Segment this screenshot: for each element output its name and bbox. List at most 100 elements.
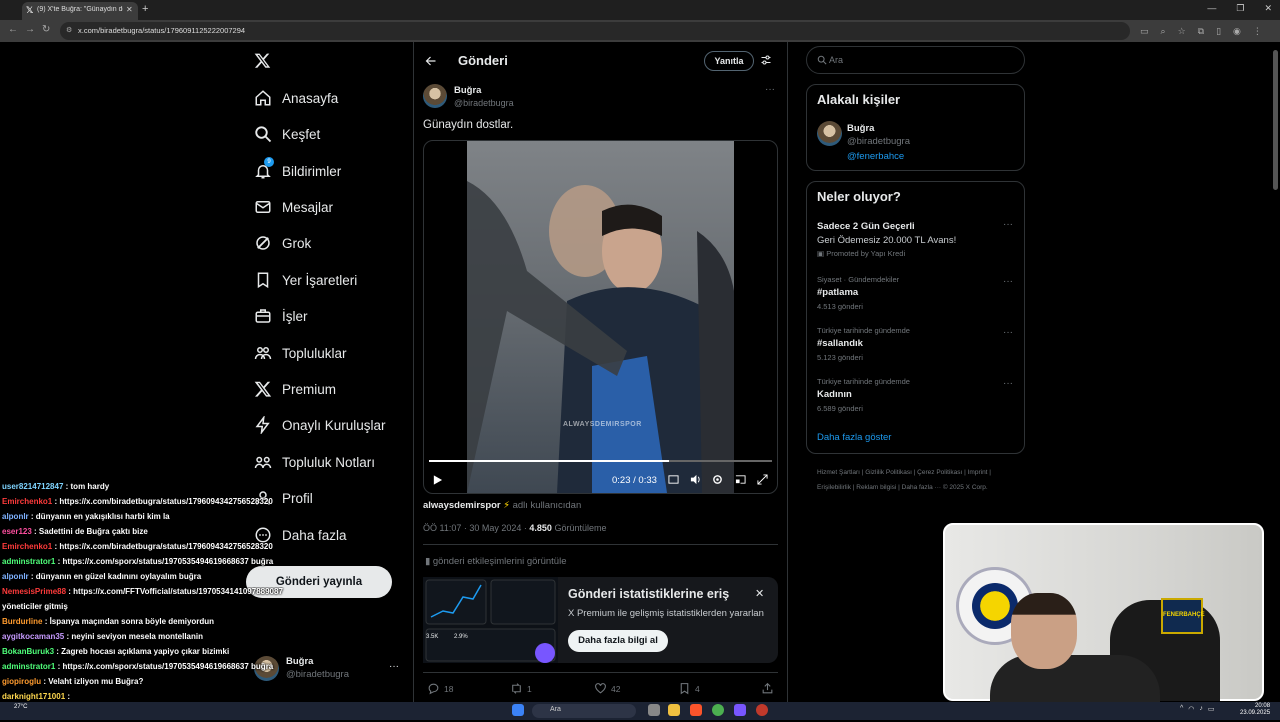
source-user[interactable]: alwaysdemirspor [423, 500, 501, 511]
new-tab-icon[interactable]: + [142, 3, 148, 15]
discord-icon[interactable] [734, 704, 746, 716]
post-text: Günaydın dostlar. [423, 119, 514, 131]
speaker-icon[interactable]: ♪ [1199, 705, 1203, 713]
back-arrow-icon[interactable] [425, 55, 437, 67]
nav-item-grok[interactable]: Grok [254, 231, 311, 255]
search-box[interactable]: Ara [806, 46, 1025, 74]
post-time[interactable]: ÖÖ 11:07 · 30 May 2024 · [423, 523, 527, 533]
chat-text: : https://x.com/sporx/status/19705354946… [57, 662, 274, 671]
network-icon[interactable]: ◠ [1188, 705, 1194, 713]
learn-more-button[interactable]: Daha fazla bilgi al [568, 630, 668, 652]
split-icon[interactable]: ▯ [1216, 26, 1221, 37]
views-label: Görüntüleme [554, 523, 607, 533]
menu-icon[interactable]: ⋮ [1253, 26, 1262, 37]
tab-close-icon[interactable]: ✕ [126, 5, 133, 14]
like-action[interactable]: 42 [594, 682, 620, 695]
show-more-link[interactable]: Daha fazla göster [817, 432, 891, 443]
related-avatar[interactable] [817, 121, 842, 146]
source-attribution[interactable]: alwaysdemirspor ⚡ adlı kullanıcıdan [423, 500, 581, 511]
related-handle[interactable]: @biradetbugra [847, 136, 910, 147]
profile-icon[interactable]: ◉ [1233, 26, 1241, 37]
extensions-icon[interactable]: ⧉ [1198, 26, 1204, 37]
taskbar-search-label: Ara [550, 706, 561, 713]
ad-title[interactable]: Sadece 2 Gün Geçerli [817, 221, 915, 232]
brave-icon[interactable] [690, 704, 702, 716]
related-mention-link[interactable]: @fenerbahce [847, 151, 904, 162]
browser-toolbar-icons[interactable]: ▭ ⌕ ☆ ⧉ ▯ ◉ ⋮ [1140, 26, 1262, 37]
chrome-icon[interactable] [712, 704, 724, 716]
trend-more-icon[interactable]: ··· [1003, 378, 1013, 389]
start-icon[interactable] [512, 704, 524, 716]
volume-icon[interactable] [690, 474, 701, 485]
reload-icon[interactable]: ↻ [42, 24, 50, 35]
author-name[interactable]: Buğra [454, 85, 481, 96]
site-info-icon[interactable]: ⚙ [66, 26, 72, 34]
play-icon[interactable] [432, 474, 443, 486]
nav-item-bookmark[interactable]: Yer İşaretleri [254, 268, 357, 292]
trend-more-icon[interactable]: ··· [1003, 276, 1013, 287]
author-avatar[interactable] [423, 84, 447, 108]
bookmark-action[interactable]: 4 [678, 682, 700, 695]
battery-icon[interactable]: ▭ [1208, 705, 1215, 713]
minimize-icon[interactable]: — [1207, 3, 1216, 14]
nav-item-mail[interactable]: Mesajlar [254, 195, 333, 219]
footer-links[interactable]: Hizmet Şartları | Gizlilik Politikası | … [817, 466, 1017, 495]
trend-name[interactable]: #patlama [817, 287, 858, 298]
weather-widget[interactable]: 27°C [14, 704, 27, 710]
chat-username: eser123 [2, 527, 32, 536]
system-tray[interactable]: ^ ◠ ♪ ▭ [1180, 705, 1215, 713]
tray-up-icon[interactable]: ^ [1180, 705, 1183, 713]
chat-username: Emirchenko1 [2, 542, 53, 551]
ad-more-icon[interactable]: ··· [1003, 219, 1013, 230]
repost-action[interactable]: 1 [510, 682, 532, 695]
task-view-icon[interactable] [648, 704, 660, 716]
nav-item-home[interactable]: Anasayfa [254, 86, 338, 110]
account-handle: @biradetbugra [286, 669, 349, 680]
window-controls[interactable]: — ❐ ✕ [1207, 3, 1272, 14]
explorer-icon[interactable] [668, 704, 680, 716]
view-engagements-link[interactable]: ▮ gönderi etkileşimlerini görüntüle [425, 556, 566, 567]
video-frame[interactable] [467, 141, 734, 493]
scrollbar[interactable] [1273, 50, 1278, 190]
maximize-icon[interactable]: ❐ [1236, 3, 1244, 14]
fullscreen-icon[interactable] [757, 474, 768, 485]
trend-more-icon[interactable]: ··· [1003, 327, 1013, 338]
nav-item-search[interactable]: Keşfet [254, 122, 320, 146]
taskbar-clock[interactable]: 20:08 23.09.2025 [1240, 703, 1270, 717]
promo-close-icon[interactable]: ✕ [755, 587, 764, 600]
obs-icon[interactable] [756, 704, 768, 716]
url-field[interactable]: ⚙ x.com/biradetbugra/status/179609112522… [60, 22, 1130, 40]
browser-tab[interactable]: 𝕏 (9) X'te Buğra: "Günaydın dostlar ✕ [22, 2, 138, 20]
chat-text: : [67, 692, 71, 701]
trend-name[interactable]: Kadının [817, 389, 852, 400]
forward-icon[interactable]: → [25, 24, 35, 35]
nav-item-lightning[interactable]: Onaylı Kuruluşlar [254, 413, 386, 437]
account-more-icon[interactable]: ··· [389, 661, 399, 672]
captions-icon[interactable] [668, 474, 679, 485]
reply-icon [427, 682, 440, 695]
video-progress-fill[interactable] [429, 460, 670, 462]
nav-item-bell[interactable]: 9 Bildirimler [254, 157, 341, 183]
post-more-icon[interactable]: ··· [765, 84, 775, 95]
trend-category: Türkiye tarihinde gündemde [817, 326, 910, 335]
related-name[interactable]: Buğra [847, 123, 874, 134]
reply-action[interactable]: 18 [427, 682, 453, 695]
reply-button[interactable]: Yanıtla [704, 51, 754, 71]
x-logo-icon[interactable] [254, 52, 271, 69]
nav-item-notes[interactable]: Topluluk Notları [254, 450, 375, 474]
nav-item-briefcase[interactable]: İşler [254, 304, 308, 328]
star-icon[interactable]: ☆ [1178, 26, 1186, 37]
pip-icon[interactable] [735, 474, 746, 485]
settings-gear-icon[interactable] [712, 474, 723, 485]
back-icon[interactable]: ← [8, 24, 18, 35]
zoom-icon[interactable]: ⌕ [1161, 26, 1166, 37]
nav-item-x[interactable]: Premium [254, 377, 336, 401]
window-close-icon[interactable]: ✕ [1264, 3, 1272, 14]
author-handle[interactable]: @biradetbugra [454, 98, 514, 108]
taskbar-search[interactable]: Ara [532, 704, 636, 718]
sliders-icon[interactable] [760, 54, 772, 66]
share-action[interactable] [761, 682, 774, 695]
cast-icon[interactable]: ▭ [1140, 26, 1149, 37]
nav-item-people[interactable]: Topluluklar [254, 341, 347, 365]
trend-name[interactable]: #sallandık [817, 338, 863, 349]
